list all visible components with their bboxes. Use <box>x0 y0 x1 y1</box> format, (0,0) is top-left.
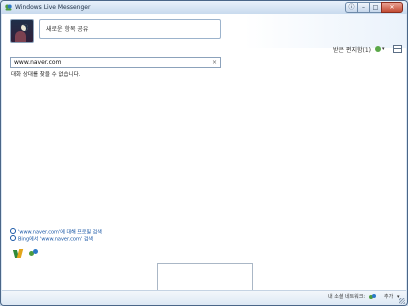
minimize-icon: – <box>362 3 365 11</box>
status-bar: 내 소셜 네트워크: 추가 ▾ <box>2 290 406 305</box>
close-button[interactable]: ✕ <box>381 2 403 13</box>
messenger-window: Windows Live Messenger ⓘ – □ ✕ 새로운 항목 공유… <box>0 0 408 306</box>
profile-search-link-text: 'www.naver.com'에 대해 프로필 검색 <box>18 229 102 236</box>
share-icons <box>12 249 39 258</box>
avatar-figure <box>15 31 26 42</box>
toolbar: 받은 편지함(1) ▾ <box>333 44 402 54</box>
bing-search-link[interactable]: Bing에서 'www.naver.com' 검색 <box>10 235 94 243</box>
main-content: 새로운 항목 공유 받은 편지함(1) ▾ www.naver.com × 대화… <box>2 14 406 304</box>
search-icon <box>10 235 16 241</box>
search-input-value: www.naver.com <box>14 59 62 66</box>
add-contact-icon[interactable]: ▾ <box>375 45 387 53</box>
info-button[interactable]: ⓘ <box>345 2 357 13</box>
window-title: Windows Live Messenger <box>15 4 91 11</box>
bing-search-link-text: Bing에서 'www.naver.com' 검색 <box>18 236 94 243</box>
menu-icon[interactable] <box>393 45 402 53</box>
status-message-box[interactable]: 새로운 항목 공유 <box>39 19 221 39</box>
info-icon: ⓘ <box>348 3 355 11</box>
window-controls: ⓘ – □ ✕ <box>345 2 403 13</box>
ad-box[interactable] <box>157 263 253 292</box>
windows-live-icon[interactable] <box>12 249 24 258</box>
person-shape <box>375 46 381 52</box>
avatar-moon <box>21 24 28 31</box>
add-network-button[interactable]: 추가 <box>384 294 393 301</box>
profile-search-link[interactable]: 'www.naver.com'에 대해 프로필 검색 <box>10 228 102 236</box>
search-icon <box>10 228 16 234</box>
resize-grip-icon[interactable] <box>399 298 405 304</box>
social-network-label: 내 소셜 네트워크: <box>328 294 366 300</box>
no-contact-message: 대화 상대를 찾을 수 없습니다. <box>11 72 81 78</box>
avatar[interactable] <box>10 19 34 43</box>
inbox-link[interactable]: 받은 편지함(1) <box>333 45 371 54</box>
clear-icon[interactable]: × <box>212 58 217 67</box>
search-input[interactable]: www.naver.com × <box>10 57 221 68</box>
close-icon: ✕ <box>389 3 395 11</box>
status-message: 새로운 항목 공유 <box>46 26 89 33</box>
maximize-button[interactable]: □ <box>369 2 381 13</box>
people-icon[interactable] <box>29 249 39 258</box>
people-icon[interactable] <box>369 294 376 301</box>
title-bar[interactable]: Windows Live Messenger ⓘ – □ ✕ <box>1 1 407 14</box>
windows-live-icon <box>5 4 12 11</box>
add-contact-arrow: ▾ <box>382 46 385 52</box>
minimize-button[interactable]: – <box>357 2 369 13</box>
maximize-icon: □ <box>372 3 379 11</box>
